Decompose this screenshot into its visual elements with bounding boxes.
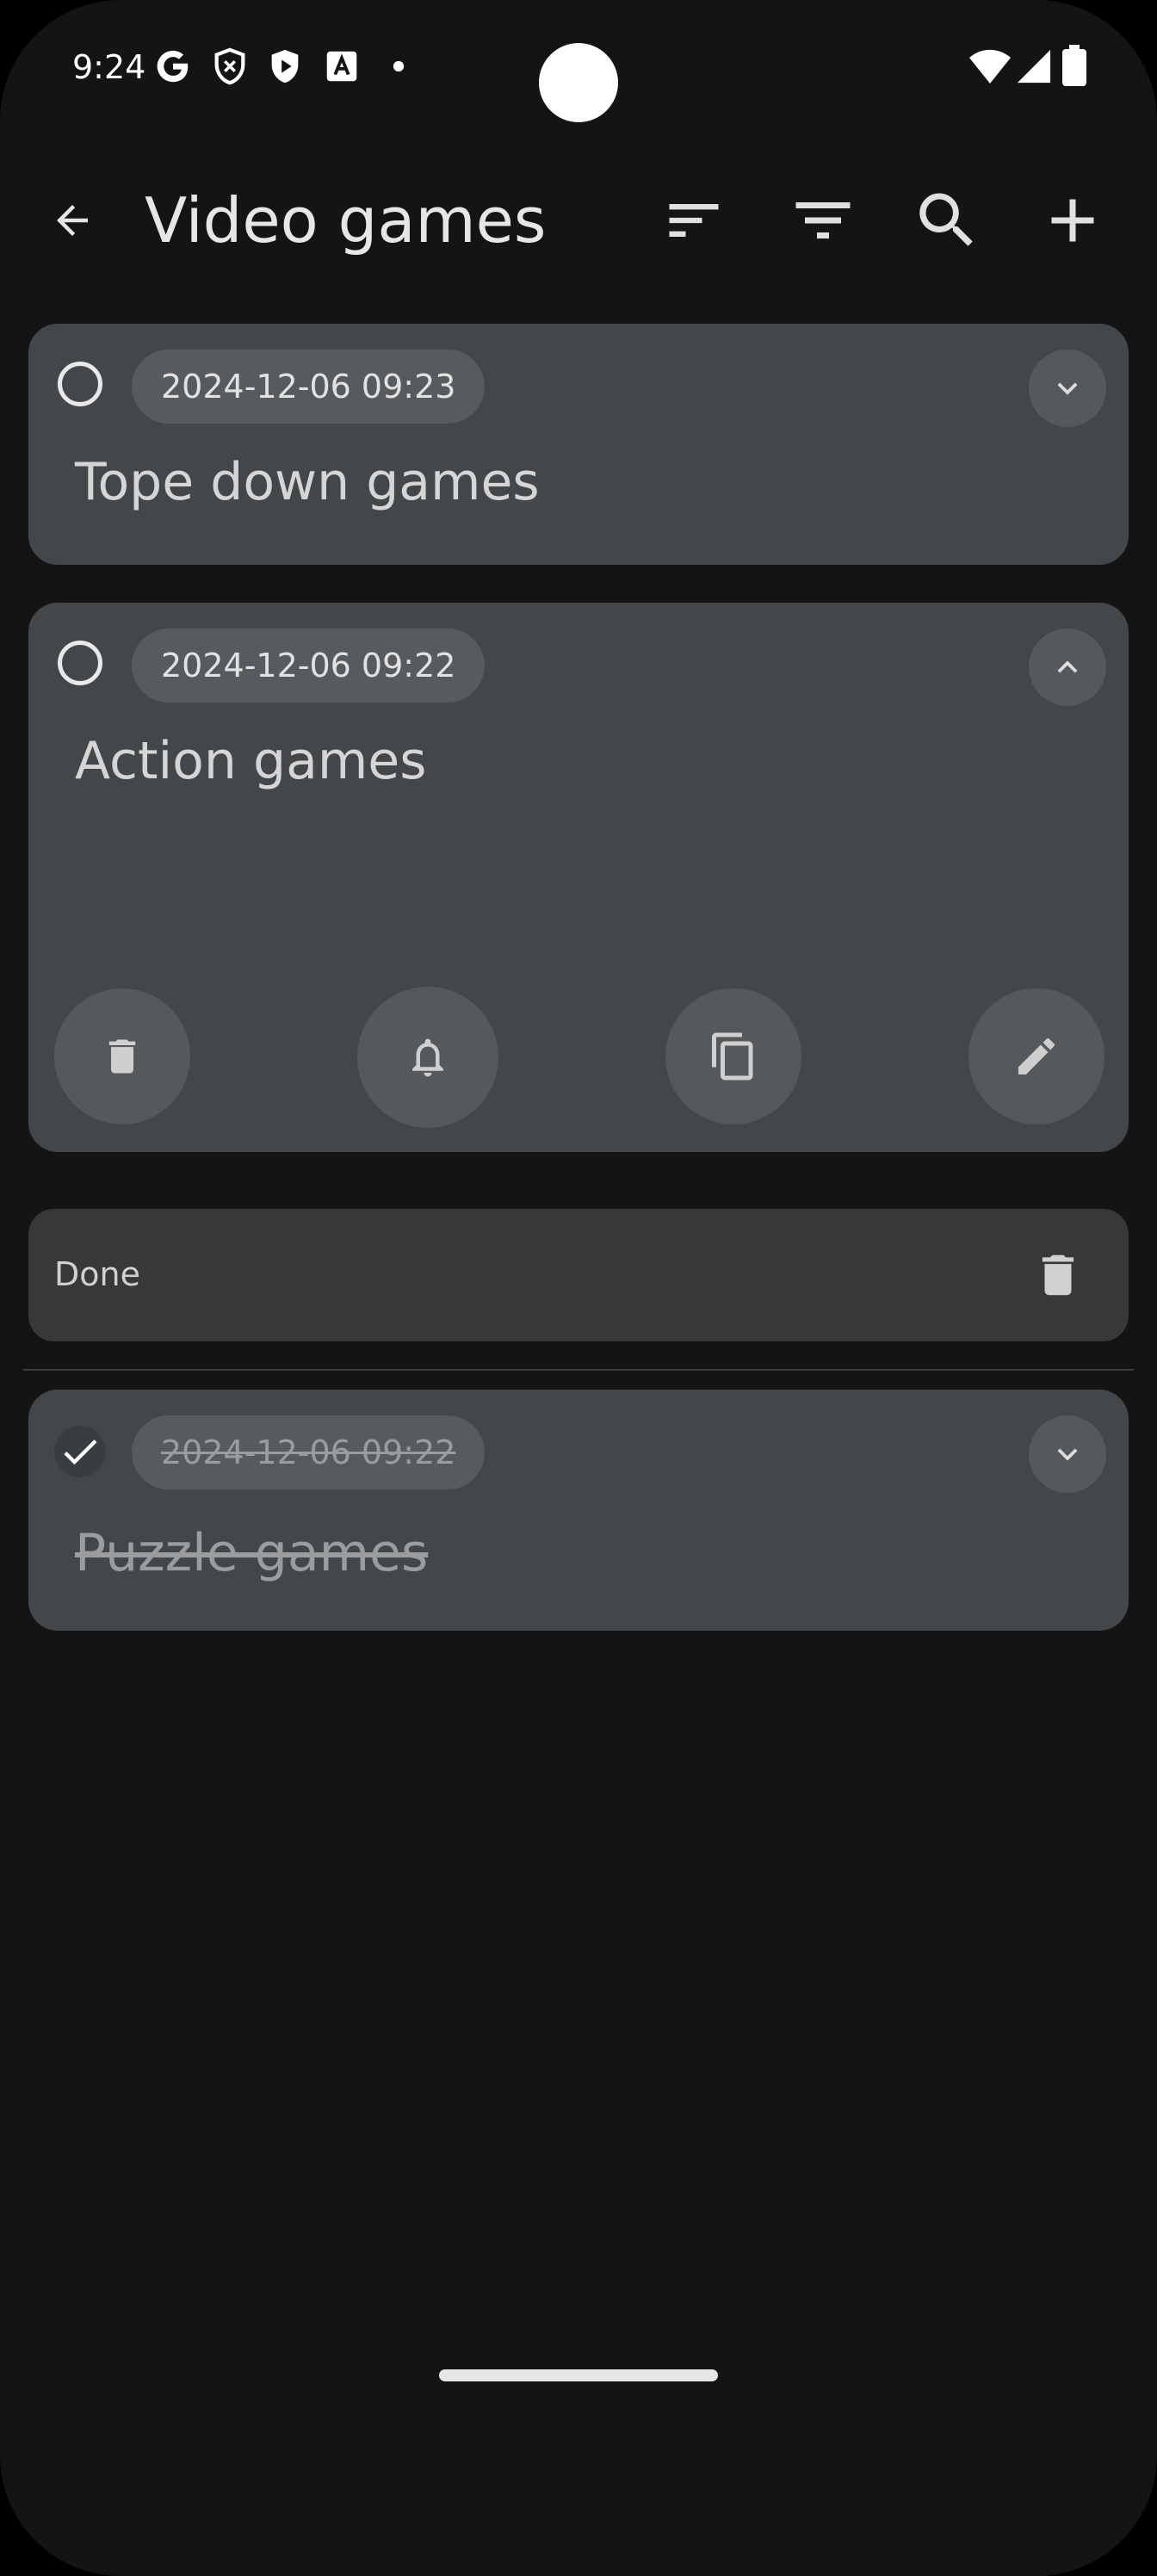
sort-icon xyxy=(669,204,719,237)
delete-icon xyxy=(108,1039,136,1074)
search-icon xyxy=(919,193,973,246)
signal-icon xyxy=(1017,49,1051,84)
task-checkbox[interactable] xyxy=(58,362,102,406)
back-button[interactable] xyxy=(29,177,115,263)
battery-icon xyxy=(1062,45,1086,86)
clear-done-button[interactable] xyxy=(1015,1232,1101,1318)
app-screen: 9:24 Video games 2024-12-06 09:23 Tope d… xyxy=(0,0,1157,2576)
search-button[interactable] xyxy=(904,177,990,263)
chevron-down-icon xyxy=(1057,382,1078,395)
page-title: Video games xyxy=(145,184,547,257)
edit-icon xyxy=(1018,1038,1055,1074)
expand-button[interactable] xyxy=(1029,1415,1106,1493)
delete-task-button[interactable] xyxy=(54,988,190,1124)
done-label: Done xyxy=(54,1255,140,1293)
add-icon xyxy=(1051,199,1094,242)
sort-button[interactable] xyxy=(651,177,737,263)
task-card[interactable]: 2024-12-06 09:22 Action games xyxy=(28,603,1129,1152)
filter-button[interactable] xyxy=(780,177,866,263)
task-checkbox[interactable] xyxy=(58,641,102,685)
reminder-button[interactable] xyxy=(357,987,498,1128)
camera-cutout xyxy=(539,43,618,122)
dot-icon xyxy=(393,60,405,72)
divider xyxy=(23,1369,1134,1371)
expand-button[interactable] xyxy=(1029,350,1106,427)
translate-icon xyxy=(326,51,357,82)
filter-icon xyxy=(795,202,851,238)
edit-task-button[interactable] xyxy=(968,988,1104,1124)
copy-task-button[interactable] xyxy=(665,988,801,1124)
task-card[interactable]: 2024-12-06 09:23 Tope down games xyxy=(28,324,1129,565)
home-indicator[interactable] xyxy=(439,2369,718,2381)
google-icon xyxy=(157,50,189,83)
task-checkbox[interactable] xyxy=(54,1426,106,1477)
chevron-down-icon xyxy=(1057,1448,1078,1461)
back-arrow-icon xyxy=(57,205,88,236)
status-time: 9:24 xyxy=(72,48,146,86)
play-shield-icon xyxy=(271,49,299,84)
collapse-button[interactable] xyxy=(1029,629,1106,706)
bell-icon xyxy=(412,1038,443,1077)
done-section-header: Done xyxy=(28,1209,1129,1341)
task-title: Tope down games xyxy=(75,452,540,512)
task-card[interactable]: 2024-12-06 09:22 Puzzle games xyxy=(28,1390,1129,1631)
add-button[interactable] xyxy=(1030,177,1116,263)
shield-icon xyxy=(214,47,245,85)
task-title: Action games xyxy=(75,731,427,791)
task-date-chip[interactable]: 2024-12-06 09:22 xyxy=(132,1415,486,1489)
check-icon xyxy=(64,1440,97,1465)
task-date-chip[interactable]: 2024-12-06 09:23 xyxy=(132,350,486,424)
task-date-chip[interactable]: 2024-12-06 09:22 xyxy=(132,629,486,703)
copy-icon xyxy=(712,1032,753,1081)
task-title: Puzzle games xyxy=(75,1523,429,1583)
delete-icon xyxy=(1042,1254,1074,1296)
chevron-up-icon xyxy=(1057,660,1078,673)
wifi-icon xyxy=(969,49,1011,84)
